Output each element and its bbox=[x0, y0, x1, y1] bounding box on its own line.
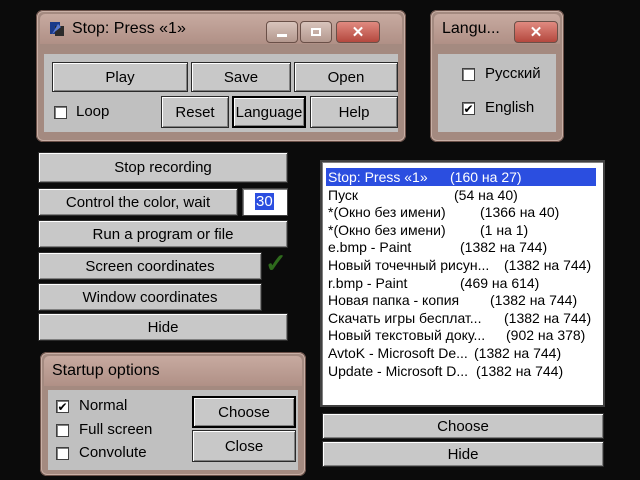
maximize-button[interactable] bbox=[300, 21, 332, 43]
russian-checkbox[interactable] bbox=[462, 68, 475, 81]
list-hide-button[interactable]: Hide bbox=[322, 441, 604, 467]
list-item[interactable]: AvtoK - Microsoft De... (1382 на 744) bbox=[326, 344, 602, 362]
list-item-name: *(Окно без имени) bbox=[328, 221, 446, 238]
checkmark-icon: ✔ bbox=[463, 101, 474, 116]
main-window-titlebar[interactable]: Stop: Press «1» ✕ bbox=[40, 14, 402, 44]
language-window-titlebar[interactable]: Langu... ✕ bbox=[434, 14, 560, 44]
screen-coordinates-button[interactable]: Screen coordinates bbox=[38, 252, 262, 280]
list-item-size: (1 на 1) bbox=[480, 221, 529, 238]
control-color-button[interactable]: Control the color, wait bbox=[38, 188, 238, 216]
language-button[interactable]: Language bbox=[232, 96, 306, 128]
list-item-name: AvtoK - Microsoft De... bbox=[328, 345, 468, 361]
list-item[interactable]: Новый текстовый доку... (902 на 378) bbox=[326, 326, 602, 344]
list-item-name: *(Окно без имени) bbox=[328, 204, 446, 221]
list-item-name: r.bmp - Paint bbox=[328, 274, 408, 291]
list-item[interactable]: Новый точечный рисун... (1382 на 744) bbox=[326, 256, 602, 274]
list-item-name: Update - Microsoft D... bbox=[328, 362, 469, 379]
list-item-name: Новая папка - копия bbox=[328, 292, 460, 309]
list-item-name: Stop: Press «1» bbox=[328, 169, 428, 185]
close-button[interactable]: ✕ bbox=[336, 21, 380, 43]
startup-close-button[interactable]: Close bbox=[192, 430, 296, 462]
russian-label: Русский bbox=[485, 65, 541, 82]
play-button[interactable]: Play bbox=[52, 62, 188, 92]
loop-label: Loop bbox=[76, 103, 110, 120]
close-icon: ✕ bbox=[351, 24, 365, 41]
list-item[interactable]: Скачать игры бесплат... (1382 на 744) bbox=[326, 309, 602, 327]
startup-choose-button[interactable]: Choose bbox=[192, 396, 296, 428]
list-item[interactable]: r.bmp - Paint (469 на 614) bbox=[326, 274, 602, 292]
wait-value: 30 bbox=[255, 193, 274, 210]
list-item[interactable]: Update - Microsoft D... (1382 на 744) bbox=[326, 362, 602, 380]
loop-checkbox[interactable] bbox=[54, 106, 67, 119]
list-item-size: (1382 на 744) bbox=[460, 239, 548, 256]
list-item-size: (1382 на 744) bbox=[474, 345, 562, 361]
window-list[interactable]: Stop: Press «1» (160 на 27) Пуск (54 на 40)… bbox=[320, 160, 605, 407]
minimize-icon bbox=[277, 33, 287, 37]
list-item-size: (1366 на 40) bbox=[480, 204, 560, 221]
full-screen-label: Full screen bbox=[79, 421, 153, 438]
list-item[interactable]: *(Окно без имени) (1 на 1) bbox=[326, 221, 602, 239]
stop-recording-button[interactable]: Stop recording bbox=[38, 152, 288, 183]
list-item-name: Новый точечный рисун... bbox=[328, 257, 490, 273]
reset-button[interactable]: Reset bbox=[161, 96, 229, 128]
main-window: Stop: Press «1» ✕ Play Save Open Loop Re… bbox=[36, 10, 406, 142]
english-checkbox[interactable]: ✔ bbox=[462, 102, 475, 115]
list-item-size: (1382 на 744) bbox=[476, 362, 564, 379]
startup-titlebar[interactable]: Startup options bbox=[44, 356, 302, 386]
list-item-size: (54 на 40) bbox=[454, 186, 518, 203]
convolute-label: Convolute bbox=[79, 444, 147, 461]
list-item-size: (1382 на 744) bbox=[504, 309, 592, 326]
startup-title: Startup options bbox=[52, 362, 160, 379]
list-item[interactable]: Stop: Press «1» (160 на 27) bbox=[326, 168, 596, 186]
help-button[interactable]: Help bbox=[310, 96, 398, 128]
checkmark-icon: ✓ bbox=[265, 248, 287, 278]
english-label: English bbox=[485, 99, 535, 116]
list-item-name: e.bmp - Paint bbox=[328, 239, 412, 256]
list-item-name: Пуск bbox=[328, 186, 359, 203]
normal-label: Normal bbox=[79, 397, 128, 414]
run-program-button[interactable]: Run a program or file bbox=[38, 220, 288, 248]
maximize-icon bbox=[311, 28, 321, 36]
language-window-title: Langu... bbox=[442, 20, 500, 37]
language-close-button[interactable]: ✕ bbox=[514, 21, 558, 43]
list-item-name: Скачать игры бесплат... bbox=[328, 309, 482, 326]
list-item[interactable]: Новая папка - копия (1382 на 744) bbox=[326, 291, 602, 309]
hide-controls-button[interactable]: Hide bbox=[38, 313, 288, 341]
checkmark-icon: ✔ bbox=[57, 399, 68, 414]
main-window-title: Stop: Press «1» bbox=[72, 20, 186, 37]
list-item-size: (902 на 378) bbox=[506, 327, 586, 344]
wait-value-input[interactable]: 30 bbox=[242, 188, 288, 216]
list-item[interactable]: *(Окно без имени) (1366 на 40) bbox=[326, 203, 602, 221]
app-icon bbox=[48, 20, 66, 38]
list-item-name: Новый текстовый доку... bbox=[328, 327, 486, 344]
list-item-size: (469 на 614) bbox=[460, 274, 540, 291]
minimize-button[interactable] bbox=[266, 21, 298, 43]
convolute-checkbox[interactable] bbox=[56, 447, 69, 460]
list-item-size: (1382 на 744) bbox=[490, 292, 578, 309]
full-screen-checkbox[interactable] bbox=[56, 424, 69, 437]
list-item[interactable]: e.bmp - Paint (1382 на 744) bbox=[326, 238, 602, 256]
window-coordinates-button[interactable]: Window coordinates bbox=[38, 283, 262, 311]
open-button[interactable]: Open bbox=[294, 62, 398, 92]
normal-checkbox[interactable]: ✔ bbox=[56, 400, 69, 413]
close-icon: ✕ bbox=[529, 24, 543, 41]
save-button[interactable]: Save bbox=[191, 62, 291, 92]
startup-options-window: Startup options ✔ Normal Full screen Con… bbox=[40, 352, 306, 476]
list-choose-button[interactable]: Choose bbox=[322, 413, 604, 439]
list-item[interactable]: Пуск (54 на 40) bbox=[326, 186, 602, 204]
language-window: Langu... ✕ Русский ✔ English bbox=[430, 10, 564, 142]
list-item-size: (1382 на 744) bbox=[504, 257, 592, 273]
list-item-size: (160 на 27) bbox=[450, 169, 522, 185]
